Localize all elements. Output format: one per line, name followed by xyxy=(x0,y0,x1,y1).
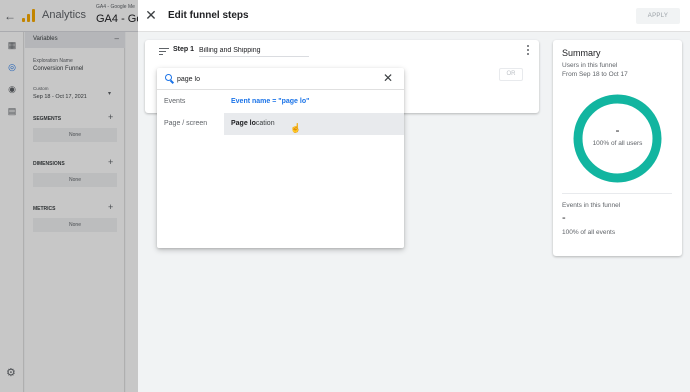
hand-cursor-icon: ☝ xyxy=(290,123,302,133)
search-row: ✕ xyxy=(157,68,404,90)
date-range-label: Custom xyxy=(33,86,49,91)
clear-search-icon[interactable]: ✕ xyxy=(382,72,394,84)
events-value: - xyxy=(562,212,566,224)
step-number: Step 1 xyxy=(173,46,195,53)
dimensions-empty: None xyxy=(33,173,117,187)
metrics-empty: None xyxy=(33,218,117,232)
users-in-funnel-label: Users in this funnel xyxy=(562,62,618,69)
date-dropdown-icon[interactable]: ▾ xyxy=(108,90,111,97)
users-value: - xyxy=(615,123,620,137)
tab-settings-column xyxy=(126,32,138,392)
analytics-logo-icon xyxy=(22,9,35,22)
step-name-input[interactable] xyxy=(199,45,309,57)
segments-label: SEGMENTS xyxy=(33,116,62,122)
summary-card: Summary Users in this funnel From Sep 18… xyxy=(553,40,682,256)
or-button[interactable]: OR xyxy=(499,68,523,81)
more-vert-icon[interactable] xyxy=(525,44,531,56)
match-highlight: Page lo xyxy=(231,120,256,127)
variables-title: Variables xyxy=(33,36,58,42)
sheet-header: ✕ Edit funnel steps APPLY xyxy=(138,0,690,32)
left-nav-rail: ▦ ◎ ◉ ▤ xyxy=(0,32,24,392)
match-rest: cation xyxy=(255,120,275,127)
summary-divider xyxy=(562,193,672,194)
drag-handle-icon[interactable] xyxy=(159,48,169,55)
sheet-title: Edit funnel steps xyxy=(168,10,249,21)
summary-date-range: From Sep 18 to Oct 17 xyxy=(562,71,628,78)
back-arrow-icon[interactable]: ← xyxy=(4,9,16,23)
minimize-icon[interactable]: – xyxy=(115,34,119,43)
event-name-suggestion[interactable]: Event name = "page lo" xyxy=(224,91,404,113)
exploration-name[interactable]: Conversion Funnel xyxy=(33,66,83,72)
segments-empty: None xyxy=(33,128,117,142)
dimensions-label: DIMENSIONS xyxy=(33,161,65,167)
configure-icon[interactable]: ▤ xyxy=(7,106,17,116)
account-breadcrumb: GA4 - Google Me xyxy=(96,4,135,10)
events-in-funnel-label: Events in this funnel xyxy=(562,202,621,209)
row-category: Events xyxy=(164,98,186,105)
background-app: ← Analytics GA4 - Google Me GA4 - Go ▦ ◎… xyxy=(0,0,142,392)
metrics-label: METRICS xyxy=(33,206,56,212)
search-icon xyxy=(165,74,174,84)
advertising-icon[interactable]: ◉ xyxy=(7,84,17,94)
condition-search-dropdown: ✕ Events Event name = "page lo" Page / s… xyxy=(157,68,404,248)
users-percentage: 100% of all users xyxy=(592,140,643,147)
explore-icon[interactable]: ◎ xyxy=(7,62,17,72)
donut-ring xyxy=(573,94,662,183)
variables-header: Variables – xyxy=(25,32,125,48)
variables-panel: Variables – Exploration Name Conversion … xyxy=(25,32,125,392)
close-icon[interactable]: ✕ xyxy=(144,8,158,22)
page-location-suggestion[interactable]: Page location xyxy=(224,113,404,135)
date-range[interactable]: Sep 18 - Oct 17, 2021 xyxy=(33,94,87,100)
add-segment-button[interactable]: + xyxy=(108,112,113,122)
admin-gear-icon[interactable]: ⚙ xyxy=(6,366,16,379)
users-donut-chart: - 100% of all users xyxy=(572,93,663,184)
dropdown-row-page-screen[interactable]: Page / screen Page location xyxy=(157,113,404,135)
apply-button[interactable]: APPLY xyxy=(636,8,680,24)
row-category: Page / screen xyxy=(164,120,208,127)
reports-icon[interactable]: ▦ xyxy=(7,40,17,50)
dropdown-row-events[interactable]: Events Event name = "page lo" xyxy=(157,91,404,113)
exploration-name-label: Exploration Name xyxy=(33,58,73,64)
add-dimension-button[interactable]: + xyxy=(108,157,113,167)
app-topbar: ← Analytics GA4 - Google Me GA4 - Go xyxy=(0,0,142,32)
property-name[interactable]: GA4 - Go xyxy=(96,13,142,25)
search-input[interactable] xyxy=(177,73,357,85)
events-percentage: 100% of all events xyxy=(562,229,616,236)
summary-title: Summary xyxy=(562,48,601,58)
app-title: Analytics xyxy=(42,9,87,21)
add-metric-button[interactable]: + xyxy=(108,202,113,212)
